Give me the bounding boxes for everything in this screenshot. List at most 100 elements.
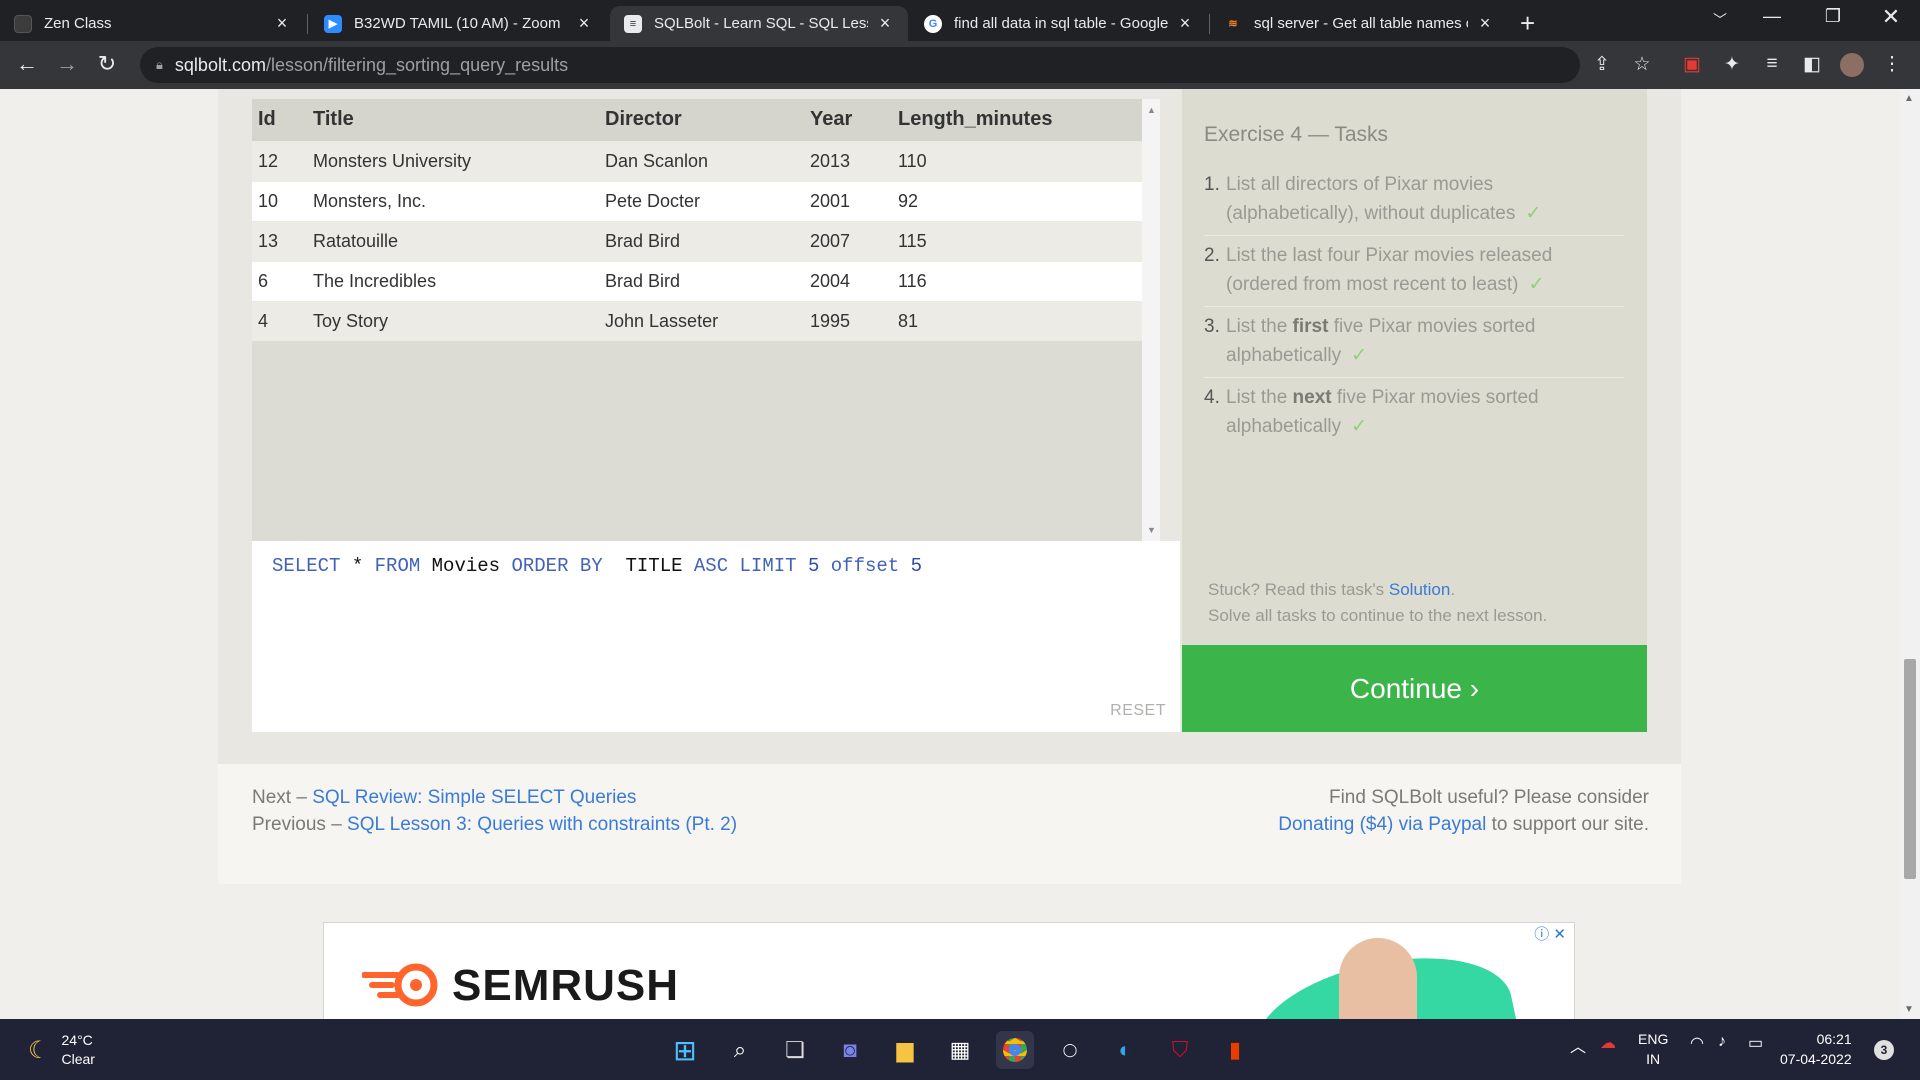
browser-menu-icon[interactable]: ⋮ xyxy=(1878,53,1906,76)
table-cell: 6 xyxy=(252,260,307,301)
edge-icon[interactable]: ◐ xyxy=(1106,1031,1144,1069)
minimize-icon[interactable]: — xyxy=(1752,6,1792,27)
media-control-icon[interactable]: ≡ xyxy=(1758,53,1786,75)
task-text: List the xyxy=(1226,387,1293,408)
lesson-navigation: Next – SQL Review: Simple SELECT Queries… xyxy=(252,784,737,838)
address-bar[interactable]: 🔒︎ sqlbolt.com /lesson/filtering_sorting… xyxy=(140,47,1580,83)
close-tab-icon[interactable]: × xyxy=(1476,13,1494,34)
mcafee-tray-icon[interactable]: ☁ xyxy=(1600,1033,1616,1053)
dell-icon[interactable]: ◯ xyxy=(1051,1031,1089,1069)
previous-lesson-link[interactable]: SQL Lesson 3: Queries with constraints (… xyxy=(347,814,737,835)
page-scrollbar[interactable]: ▲ ▼ xyxy=(1900,89,1920,1019)
bookmark-star-icon[interactable]: ☆ xyxy=(1628,53,1656,76)
microsoft-store-icon[interactable]: ▦ xyxy=(941,1031,979,1069)
mcafee-extension-icon[interactable]: ▣ xyxy=(1678,53,1706,76)
google-favicon: G xyxy=(924,14,942,33)
sql-token: Movies xyxy=(420,555,512,577)
tab-stackoverflow[interactable]: ≋ sql server - Get all table names o × xyxy=(1210,6,1508,41)
ad-info-icon[interactable]: ⓘ xyxy=(1534,926,1549,943)
table-cell: 2004 xyxy=(804,260,892,301)
task-list: 1. List all directors of Pixar movies (a… xyxy=(1204,165,1624,448)
sql-query-text[interactable]: SELECT * FROM Movies ORDER BY TITLE ASC … xyxy=(272,555,922,577)
close-tab-icon[interactable]: × xyxy=(1176,13,1194,34)
new-tab-icon[interactable]: + xyxy=(1520,8,1535,39)
back-arrow-icon[interactable]: ← xyxy=(12,51,42,77)
windows-taskbar: ☾ 24°C Clear ⊞ ⌕ ❏ ◙ ▆ ▦ ◯ ◐ ⛉ ▮ ︿ ☁ ENG… xyxy=(0,1019,1920,1080)
notification-count-badge[interactable]: 3 xyxy=(1874,1040,1894,1060)
stuck-end: . xyxy=(1450,580,1456,599)
restore-icon[interactable]: ❐ xyxy=(1813,6,1853,27)
ad-brand-name: SEMRUSH xyxy=(452,961,680,1010)
share-icon[interactable]: ⇪ xyxy=(1588,53,1616,76)
table-cell: Monsters, Inc. xyxy=(307,180,599,221)
weather-widget[interactable]: ☾ 24°C Clear xyxy=(28,1031,95,1069)
input-language[interactable]: ENG IN xyxy=(1638,1029,1668,1069)
mcafee-icon[interactable]: ⛉ xyxy=(1161,1031,1199,1069)
wifi-icon[interactable]: ◠ xyxy=(1690,1033,1704,1053)
scroll-up-icon[interactable]: ▲ xyxy=(1904,93,1914,104)
tab-google[interactable]: G find all data in sql table - Google × xyxy=(910,6,1208,41)
file-explorer-icon[interactable]: ▆ xyxy=(886,1031,924,1069)
scroll-down-icon[interactable]: ▼ xyxy=(1904,1004,1914,1015)
tab-title: find all data in sql table - Google xyxy=(954,15,1168,32)
table-cell: Dan Scanlon xyxy=(599,140,804,181)
volume-icon[interactable]: ♪ xyxy=(1718,1033,1726,1051)
donate-link[interactable]: Donating ($4) via Paypal xyxy=(1278,814,1486,835)
task-emphasis: next xyxy=(1292,387,1332,408)
table-row: 12 Monsters University Dan Scanlon 2013 … xyxy=(252,140,1160,181)
scroll-up-icon[interactable]: ▲ xyxy=(1147,105,1156,115)
office-icon[interactable]: ▮ xyxy=(1216,1031,1254,1069)
tab-sqlbolt[interactable]: ≡ SQLBolt - Learn SQL - SQL Lesson × xyxy=(610,6,908,41)
close-tab-icon[interactable]: × xyxy=(876,13,894,34)
sql-token: offset xyxy=(830,555,900,577)
task-number: 3. xyxy=(1204,316,1220,337)
scrollbar-thumb[interactable] xyxy=(1904,659,1916,879)
battery-icon[interactable]: ▭ xyxy=(1748,1033,1763,1053)
tab-title: sql server - Get all table names o xyxy=(1254,15,1468,32)
forward-arrow-icon[interactable]: → xyxy=(52,51,82,77)
reload-icon[interactable]: ↻ xyxy=(92,51,122,77)
ad-choices-close[interactable]: ⓘ ✕ xyxy=(1534,923,1566,944)
results-scrollbar[interactable]: ▲ ▼ xyxy=(1142,99,1160,541)
table-cell: 2007 xyxy=(804,220,892,261)
scroll-down-icon[interactable]: ▼ xyxy=(1147,525,1156,535)
sqlbolt-favicon: ≡ xyxy=(624,14,642,33)
tab-title: Zen Class xyxy=(44,15,112,32)
next-lesson-link[interactable]: SQL Review: Simple SELECT Queries xyxy=(312,787,636,808)
page-viewport: Id Title Director Year Length_minutes 12… xyxy=(0,89,1900,1019)
ad-person-image xyxy=(1339,938,1417,1019)
side-panel-icon[interactable]: ◧ xyxy=(1798,53,1826,76)
stackoverflow-favicon: ≋ xyxy=(1228,18,1238,30)
extensions-puzzle-icon[interactable]: ✦ xyxy=(1718,53,1746,76)
table-cell: The Incredibles xyxy=(307,260,599,301)
table-cell: 1995 xyxy=(804,300,892,341)
sql-token: 5 xyxy=(910,555,922,577)
task-text: List the last four Pixar movies released… xyxy=(1226,245,1553,295)
continue-button[interactable]: Continue › xyxy=(1182,645,1647,732)
task-number: 4. xyxy=(1204,387,1220,408)
search-icon[interactable]: ⌕ xyxy=(721,1031,759,1069)
reset-button[interactable]: RESET xyxy=(1110,702,1166,720)
solution-link[interactable]: Solution xyxy=(1389,580,1450,599)
show-hidden-icons-chevron[interactable]: ︿ xyxy=(1570,1033,1586,1057)
system-clock[interactable]: 06:21 07-04-2022 xyxy=(1780,1029,1852,1069)
close-tab-icon[interactable]: × xyxy=(575,13,593,34)
task-emphasis: first xyxy=(1292,316,1329,337)
table-row: 10 Monsters, Inc. Pete Docter 2001 92 xyxy=(252,180,1160,221)
tab-search-chevron-icon[interactable]: ﹀ xyxy=(1700,10,1740,30)
teams-chat-icon[interactable]: ◙ xyxy=(831,1031,869,1069)
profile-avatar[interactable] xyxy=(1838,53,1866,83)
tab-zen-class[interactable]: Zen Class × xyxy=(0,6,305,41)
windows-start-icon[interactable]: ⊞ xyxy=(666,1031,704,1069)
chrome-icon[interactable] xyxy=(996,1031,1034,1069)
tab-zoom[interactable]: ▶ B32WD TAMIL (10 AM) - Zoom × xyxy=(310,6,607,41)
sql-query-editor[interactable]: SELECT * FROM Movies ORDER BY TITLE ASC … xyxy=(252,541,1180,732)
advertisement-banner[interactable]: SEMRUSH ⓘ ✕ xyxy=(323,922,1575,1019)
task-complete-check-icon: ✓ xyxy=(1351,416,1368,437)
ad-close-icon[interactable]: ✕ xyxy=(1553,926,1566,943)
close-window-icon[interactable]: ✕ xyxy=(1871,4,1911,30)
task-view-icon[interactable]: ❏ xyxy=(776,1031,814,1069)
useful-text: Find SQLBolt useful? Please consider xyxy=(1328,787,1649,808)
close-tab-icon[interactable]: × xyxy=(273,13,291,34)
